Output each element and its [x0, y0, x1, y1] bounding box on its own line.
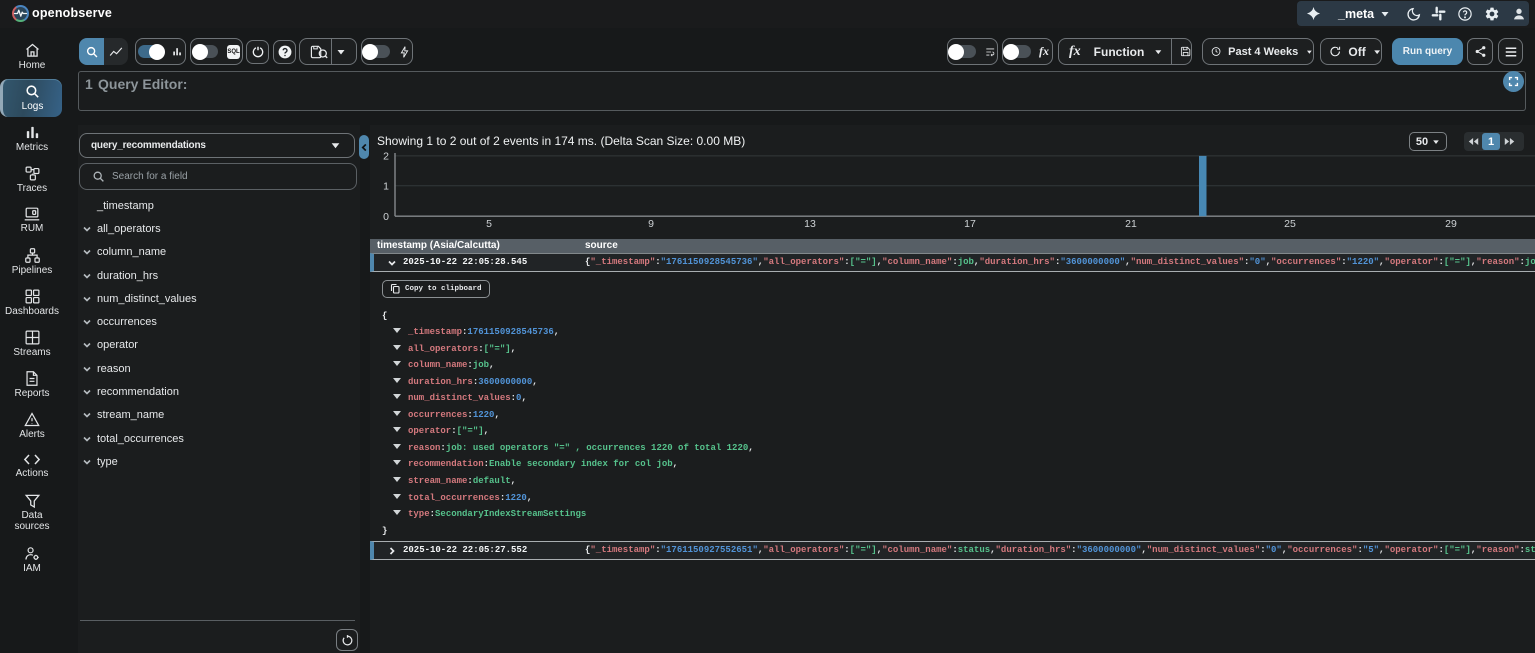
svg-text:5: 5 — [486, 218, 492, 229]
svg-text:9: 9 — [648, 218, 654, 229]
svg-text:0: 0 — [383, 211, 389, 223]
svg-text:1: 1 — [383, 181, 389, 193]
svg-text:13: 13 — [804, 218, 816, 229]
svg-text:2: 2 — [383, 151, 389, 163]
svg-text:17: 17 — [964, 218, 976, 229]
svg-text:25: 25 — [1284, 218, 1296, 229]
svg-text:29: 29 — [1445, 218, 1457, 229]
svg-text:21: 21 — [1125, 218, 1137, 229]
